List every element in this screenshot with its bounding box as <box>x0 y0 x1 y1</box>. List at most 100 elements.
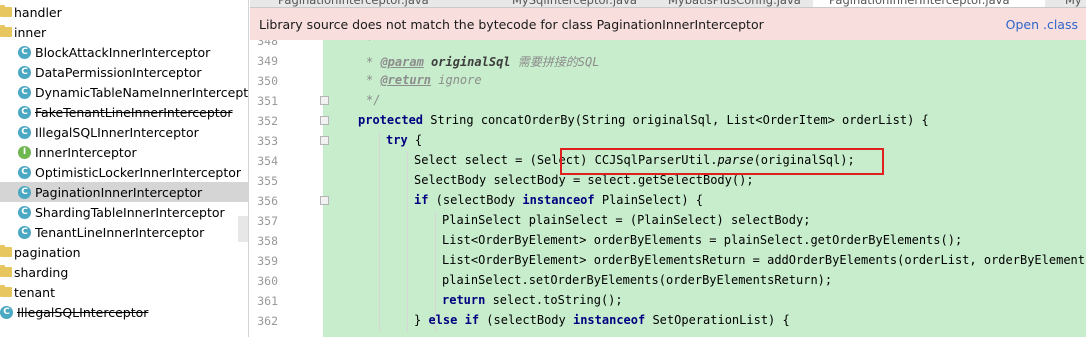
tab-pagination-inner-interceptor[interactable]: PaginationInnerInterceptor.java <box>813 0 1045 7</box>
tree-item-label: pagination <box>14 244 81 260</box>
class-icon: C <box>18 185 31 199</box>
code-text: List<OrderByElement> orderByElementsRetu… <box>442 253 1086 267</box>
tree-item-label: sharding <box>14 264 69 280</box>
class-icon: C <box>18 125 31 139</box>
tree-item-label: handler <box>14 4 62 20</box>
code-text: PlainSelect plainSelect = (PlainSelect) … <box>442 213 811 227</box>
indent-guide <box>435 211 436 331</box>
line-number: 360 <box>257 274 278 288</box>
tree-item-label: DynamicTableNameInnerInterceptor <box>35 84 249 100</box>
tree-item-label: DataPermissionInterceptor <box>35 64 202 80</box>
code-text: * <box>366 40 374 47</box>
code-line[interactable]: 355 SelectBody selectBody = select.getSel… <box>250 171 1086 191</box>
folder-icon <box>0 245 12 257</box>
fold-marker-icon[interactable] <box>320 116 329 125</box>
tree-item-label: ShardingTableInnerInterceptor <box>35 204 225 220</box>
line-number: 348 <box>257 40 278 48</box>
class-icon: C <box>18 45 31 59</box>
tree-item[interactable]: pagination <box>0 242 248 262</box>
tree-item-label: tenant <box>14 284 55 300</box>
tree-item[interactable]: tenant <box>0 282 248 302</box>
tree-item[interactable]: C IllegalSQLInnerInterceptor <box>0 122 248 142</box>
tree-item-label: TenantLineInnerInterceptor <box>35 224 205 240</box>
line-number: 357 <box>257 214 278 228</box>
class-icon: C <box>18 65 31 79</box>
code-line[interactable]: 350 * @return ignore <box>250 71 1086 91</box>
folder-icon <box>0 25 12 37</box>
code-line[interactable]: 358 List<OrderByElement> orderByElements … <box>250 231 1086 251</box>
tree-item[interactable]: sharding <box>0 262 248 282</box>
line-number: 356 <box>257 194 278 208</box>
tree-item-label: InnerInterceptor <box>35 144 137 160</box>
tree-item-label: inner <box>14 24 47 40</box>
tree-item[interactable]: C DataPermissionInterceptor <box>0 62 248 82</box>
tree-item[interactable]: handler <box>0 2 248 22</box>
code-text: protected String concatOrderBy(String or… <box>358 113 929 127</box>
code-text: Select select = (Select) CCJSqlParserUti… <box>414 153 855 167</box>
project-tree[interactable]: handler inner C BlockAttackInnerInterceptor… <box>0 0 249 337</box>
line-number: 362 <box>257 314 278 328</box>
code-line[interactable]: 361 return select.toString(); <box>250 291 1086 311</box>
line-number: 358 <box>257 234 278 248</box>
code-line[interactable]: 352 protected String concatOrderBy(String… <box>250 111 1086 131</box>
code-line[interactable]: 351 */ <box>250 91 1086 111</box>
class-icon: C <box>18 225 31 239</box>
code-line[interactable]: 360 plainSelect.setOrderByElements(orderB… <box>250 271 1086 291</box>
fold-marker-icon[interactable] <box>320 136 329 145</box>
tree-item[interactable]: C FakeTenantLineInnerInterceptor <box>0 102 248 122</box>
tree-scrollbar[interactable] <box>238 216 248 242</box>
fold-marker-icon[interactable] <box>320 196 329 205</box>
tree-item[interactable]: C TenantLineInnerInterceptor <box>0 222 248 242</box>
line-number: 351 <box>257 94 278 108</box>
tab-pagination-interceptor[interactable]: PaginationInterceptor.java <box>278 0 429 7</box>
folder-icon <box>0 265 12 277</box>
banner-message: Library source does not match the byteco… <box>259 16 764 32</box>
interface-icon: I <box>18 145 31 159</box>
tree-item[interactable]: C IllegalSQLInterceptor <box>0 302 248 322</box>
code-text: */ <box>366 93 381 107</box>
code-line[interactable]: 353 try { <box>250 131 1086 151</box>
line-number: 361 <box>257 294 278 308</box>
tree-item-label: IllegalSQLInterceptor <box>17 304 149 320</box>
tree-item[interactable]: C ShardingTableInnerInterceptor <box>0 202 248 222</box>
class-icon: C <box>18 85 31 99</box>
tree-item[interactable]: I InnerInterceptor <box>0 142 248 162</box>
code-line[interactable]: 354 Select select = (Select) CCJSqlParser… <box>250 151 1086 171</box>
tab-mybatis-plus-config[interactable]: MybatisPlusConfig.java <box>668 0 801 7</box>
tab-mysql-interceptor[interactable]: MySqlInterceptor.java <box>512 0 637 7</box>
tree-item[interactable]: C PaginationInnerInterceptor <box>0 182 248 202</box>
tree-item-label: FakeTenantLineInnerInterceptor <box>35 104 233 120</box>
code-editor[interactable]: 348 * 349 * @param originalSql 需要拼接的SQL 350 *… <box>250 40 1086 337</box>
code-line[interactable]: 356 if (selectBody instanceof PlainSelect… <box>250 191 1086 211</box>
indent-guide <box>379 131 380 331</box>
open-class-link[interactable]: Open .class <box>1006 17 1078 32</box>
line-number: 359 <box>257 254 278 268</box>
folder-icon <box>0 285 12 297</box>
code-line[interactable]: 357 PlainSelect plainSelect = (PlainSelec… <box>250 211 1086 231</box>
code-line[interactable]: 349 * @param originalSql 需要拼接的SQL <box>250 51 1086 71</box>
indent-guide <box>407 151 408 331</box>
tab-overflow[interactable]: My <box>1065 0 1082 7</box>
tree-item[interactable]: C BlockAttackInnerInterceptor <box>0 42 248 62</box>
code-text: * @param originalSql 需要拼接的SQL <box>366 55 600 69</box>
code-text: List<OrderByElement> orderByElements = p… <box>442 233 963 247</box>
tree-item[interactable]: inner <box>0 22 248 42</box>
tree-item-label: OptimisticLockerInnerInterceptor <box>35 164 242 180</box>
class-icon: C <box>18 205 31 219</box>
tree-item[interactable]: C OptimisticLockerInnerInterceptor <box>0 162 248 182</box>
class-icon: C <box>18 165 31 179</box>
line-number: 355 <box>257 174 278 188</box>
fold-marker-icon[interactable] <box>320 96 329 105</box>
editor-tab-strip: PaginationInterceptor.java MySqlIntercep… <box>250 0 1086 8</box>
code-text: SelectBody selectBody = select.getSelect… <box>414 173 754 187</box>
tree-item-label: PaginationInnerInterceptor <box>35 184 203 200</box>
code-line[interactable]: 348 * <box>250 40 1086 51</box>
class-icon: C <box>0 305 13 319</box>
tree-item[interactable]: C DynamicTableNameInnerInterceptor <box>0 82 249 102</box>
line-number: 353 <box>257 134 278 148</box>
code-text: return select.toString(); <box>442 293 623 307</box>
tree-item-label: BlockAttackInnerInterceptor <box>35 44 211 60</box>
code-line[interactable]: 362} else if (selectBody instanceof SetO… <box>250 311 1086 331</box>
code-line[interactable]: 359 List<OrderByElement> orderByElementsR… <box>250 251 1086 271</box>
line-number: 349 <box>257 54 278 68</box>
